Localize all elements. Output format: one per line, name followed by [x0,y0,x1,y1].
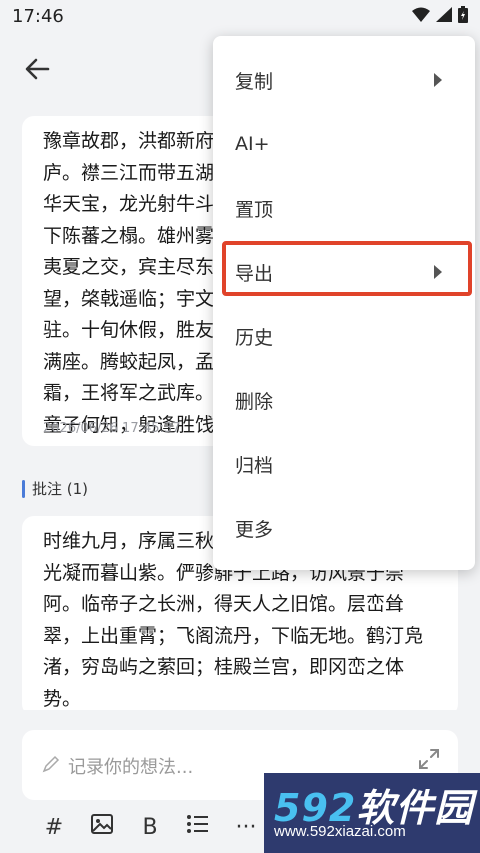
image-icon [91,814,113,840]
status-time: 17:46 [12,6,64,27]
back-button[interactable] [22,54,52,84]
watermark-logo: 592软件园 www.592xiazai.com [264,773,480,853]
menu-item-ai[interactable]: AI+ [213,112,475,176]
hashtag-icon: # [44,814,64,840]
pencil-icon [42,755,60,777]
expand-icon[interactable] [418,748,440,774]
bold-button[interactable]: B [126,812,174,842]
menu-item-delete[interactable]: 删除 [213,368,475,432]
menu-item-label: 删除 [235,390,274,413]
menu-item-archive[interactable]: 归档 [213,432,475,496]
editor-toolbar: # B ··· [30,812,270,842]
arrow-left-icon [22,58,52,88]
menu-item-label: 归档 [235,454,274,477]
menu-item-label: AI+ [235,133,270,155]
list-icon [187,814,209,840]
status-icons [412,6,468,27]
context-menu: 复制 AI+ 置顶 导出 历史 删除 归档 更多 [213,36,475,570]
menu-item-more[interactable]: 更多 [213,496,475,560]
wifi-icon [412,7,430,26]
annotation-header: 批注 (1) [22,478,88,499]
annotation-title: 批注 (1) [32,480,89,498]
status-bar: 17:46 [0,0,480,34]
signal-icon [436,7,452,26]
menu-item-copy[interactable]: 复制 [213,48,475,112]
note-timestamp: 2026/06/26 17:45:37 [43,421,181,436]
submenu-arrow-icon [434,73,442,87]
watermark-url: www.592xiazai.com [274,823,406,840]
image-button[interactable] [78,812,126,842]
composer-placeholder: 记录你的想法... [68,757,194,778]
menu-item-label: 更多 [235,518,274,541]
list-button[interactable] [174,812,222,842]
menu-item-history[interactable]: 历史 [213,304,475,368]
more-tools-button[interactable]: ··· [222,812,270,842]
export-highlight-box [222,241,472,296]
annotation-accent-bar [22,479,25,498]
bold-icon: B [142,814,158,840]
battery-icon [458,6,468,27]
menu-item-pin[interactable]: 置顶 [213,176,475,240]
menu-item-label: 历史 [235,326,274,349]
menu-item-label: 复制 [235,70,274,93]
hashtag-button[interactable]: # [30,812,78,842]
menu-item-label: 置顶 [235,198,274,221]
more-icon: ··· [235,814,257,840]
